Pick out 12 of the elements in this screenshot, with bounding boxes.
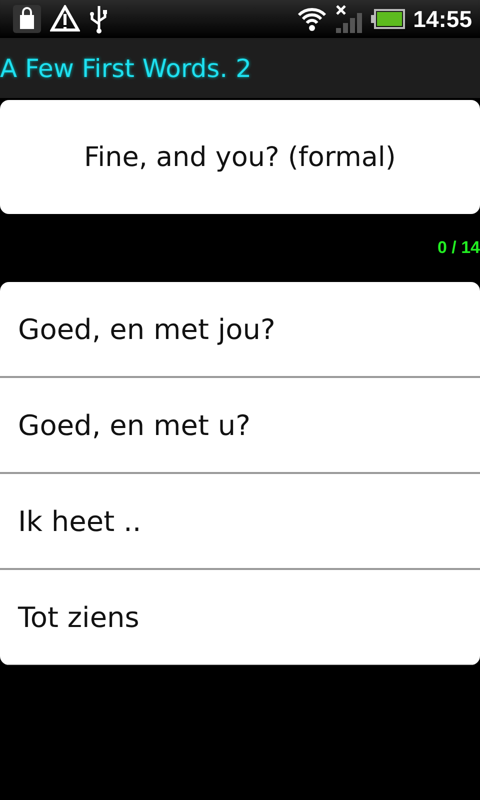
question-text: Fine, and you? (formal): [84, 142, 396, 172]
usb-icon: [88, 4, 110, 34]
answer-option[interactable]: Goed, en met u?: [0, 378, 480, 474]
no-signal-icon: [335, 4, 364, 34]
battery-icon: [371, 9, 406, 29]
warning-icon: [50, 5, 80, 33]
wifi-icon: [297, 6, 328, 32]
clock-time: 14:55: [413, 6, 472, 32]
answer-option[interactable]: Ik heet ..: [0, 474, 480, 570]
answer-option[interactable]: Goed, en met jou?: [0, 282, 480, 378]
screen-title: A Few First Words. 2: [0, 54, 252, 82]
progress-counter: 0 / 14: [437, 238, 480, 258]
